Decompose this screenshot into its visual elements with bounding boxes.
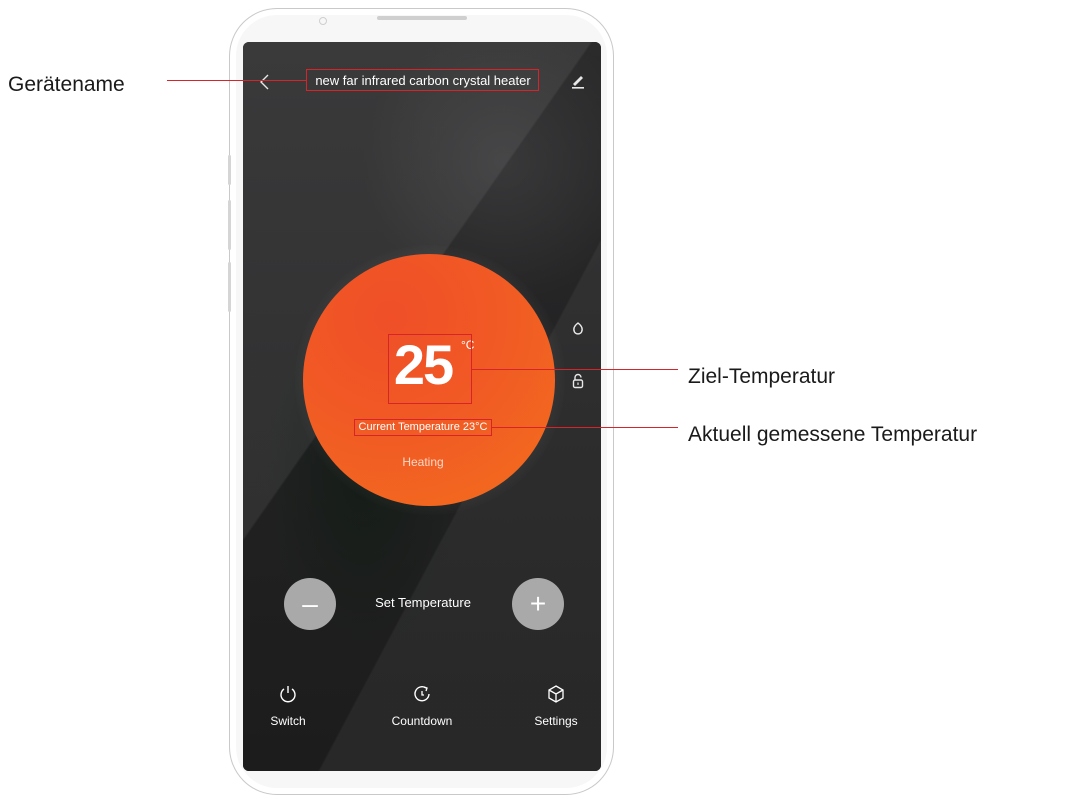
- callout-line: [492, 427, 678, 428]
- device-name-highlight: [306, 69, 539, 91]
- current-temperature-highlight: [354, 419, 492, 436]
- callout-line: [167, 80, 306, 81]
- app-screen: new far infrared carbon crystal heater 2…: [243, 42, 601, 771]
- tab-label: Settings: [534, 714, 578, 728]
- callout-line: [472, 369, 678, 370]
- phone-side-button: [228, 200, 231, 250]
- minus-icon: –: [302, 588, 318, 619]
- callout-current-temperature: Aktuell gemessene Temperatur: [688, 423, 978, 446]
- set-temperature-label: Set Temperature: [375, 595, 471, 610]
- heating-status: Heating: [402, 455, 444, 469]
- timer-icon: [414, 686, 430, 702]
- tab-settings[interactable]: Settings: [511, 672, 601, 728]
- edit-icon[interactable]: [569, 71, 587, 91]
- tab-label: Switch: [270, 714, 306, 728]
- callout-device-name: Gerätename: [8, 73, 125, 96]
- phone-side-button: [228, 262, 231, 312]
- tab-label: Countdown: [391, 714, 453, 728]
- plus-icon: +: [529, 588, 547, 619]
- phone-speaker: [377, 16, 467, 20]
- bottom-tab-bar: Switch Countdown Settings: [243, 672, 601, 742]
- back-icon[interactable]: [257, 72, 275, 92]
- eco-leaf-icon[interactable]: [570, 321, 586, 337]
- phone-side-button: [228, 155, 231, 185]
- lock-icon[interactable]: [570, 372, 586, 390]
- increase-temperature-button[interactable]: +: [512, 578, 564, 630]
- decrease-temperature-button[interactable]: –: [284, 578, 336, 630]
- cube-icon: [548, 685, 564, 703]
- phone-camera: [319, 17, 327, 25]
- power-icon: [280, 686, 296, 703]
- callout-target-temperature: Ziel-Temperatur: [688, 365, 836, 388]
- tab-switch[interactable]: Switch: [243, 672, 333, 728]
- target-temperature-highlight: [388, 334, 472, 404]
- tab-countdown[interactable]: Countdown: [377, 672, 467, 728]
